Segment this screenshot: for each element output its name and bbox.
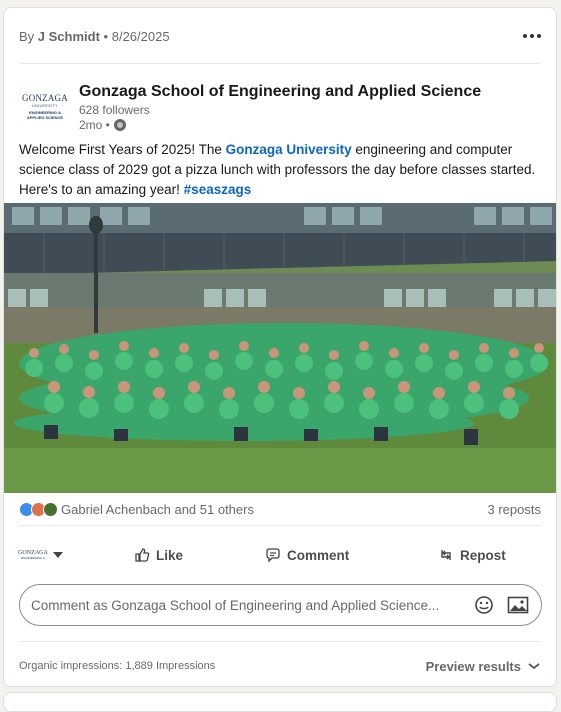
- emoji-button[interactable]: [471, 592, 497, 618]
- thumbs-up-icon: [135, 548, 150, 562]
- analytics-footer: Organic impressions: 1,889 Impressions P…: [19, 656, 541, 676]
- preview-results-button[interactable]: Preview results: [426, 659, 541, 674]
- more-dot-icon: [537, 34, 541, 38]
- divider: [19, 641, 541, 642]
- action-bar: GONZAGA ENGINEERING & Like Comment Repos…: [18, 540, 541, 570]
- mention-link[interactable]: Gonzaga University: [226, 142, 352, 157]
- actor-logo: GONZAGA ENGINEERING &: [18, 545, 48, 565]
- author-name[interactable]: J Schmidt: [38, 29, 100, 44]
- emoji-icon: [475, 596, 493, 614]
- org-logo[interactable]: GONZAGA UNIVERSITY ENGINEERING & APPLIED…: [19, 86, 71, 126]
- like-button[interactable]: Like: [134, 547, 183, 563]
- logo-text: UNIVERSITY: [31, 103, 58, 108]
- like-label: Like: [156, 547, 184, 563]
- reposts-count[interactable]: 3 reposts: [488, 502, 541, 517]
- support-reaction-icon: [43, 501, 58, 517]
- actor-switcher[interactable]: GONZAGA ENGINEERING &: [18, 545, 119, 565]
- logo-text: APPLIED SCIENCE: [26, 114, 64, 120]
- chevron-down-icon: [528, 663, 540, 670]
- caret-down-icon: [53, 552, 63, 558]
- group-photo: [4, 203, 556, 493]
- comment-input[interactable]: [31, 597, 463, 613]
- meta-separator: •: [103, 28, 109, 44]
- globe-icon: [113, 119, 126, 131]
- post-time: 2mo •: [79, 118, 126, 132]
- social-counts: Gabriel Achenbach and 51 others 3 repost…: [19, 498, 541, 520]
- image-icon: [507, 596, 529, 614]
- logo-text: ENGINEERING &: [21, 556, 45, 560]
- post-body: Welcome First Years of 2025! The Gonzaga…: [19, 140, 539, 200]
- comment-box: [19, 584, 542, 626]
- comment-button[interactable]: Comment: [265, 547, 349, 563]
- post-card: By J Schmidt • 8/26/2025 GONZAGA UNIVERS…: [3, 7, 557, 687]
- logo-text: GONZAGA: [22, 92, 68, 103]
- photo-button[interactable]: [505, 592, 531, 618]
- comment-label: Comment: [287, 547, 350, 563]
- post-image[interactable]: [4, 203, 556, 493]
- impressions-count: Organic impressions: 1,889 Impressions: [19, 660, 216, 672]
- post-meta: By J Schmidt • 8/26/2025: [19, 26, 541, 46]
- post-text-segment: Welcome First Years of 2025! The: [19, 142, 226, 157]
- hashtag-link[interactable]: #seaszags: [184, 182, 252, 197]
- repost-button[interactable]: Repost: [438, 547, 506, 563]
- org-followers: 628 followers: [79, 103, 150, 117]
- comment-icon: [266, 548, 280, 563]
- author-prefix: By: [19, 28, 35, 44]
- org-header: GONZAGA UNIVERSITY ENGINEERING & APPLIED…: [19, 78, 541, 132]
- more-dot-icon: [523, 34, 527, 38]
- post-age: 2mo •: [79, 118, 110, 132]
- repost-label: Repost: [460, 547, 506, 563]
- reactions-summary[interactable]: Gabriel Achenbach and 51 others: [61, 502, 254, 517]
- reaction-icons[interactable]: [19, 501, 58, 517]
- repost-icon: [441, 550, 451, 560]
- more-dot-icon: [530, 34, 534, 38]
- org-name[interactable]: Gonzaga School of Engineering and Applie…: [79, 83, 481, 101]
- post-attribution: By J Schmidt • 8/26/2025: [19, 29, 170, 44]
- divider: [19, 525, 541, 526]
- more-options-button[interactable]: [513, 26, 541, 46]
- post-date: 8/26/2025: [111, 28, 170, 44]
- next-post-card: [3, 692, 557, 712]
- divider: [19, 63, 541, 64]
- preview-results-label: Preview results: [425, 658, 521, 674]
